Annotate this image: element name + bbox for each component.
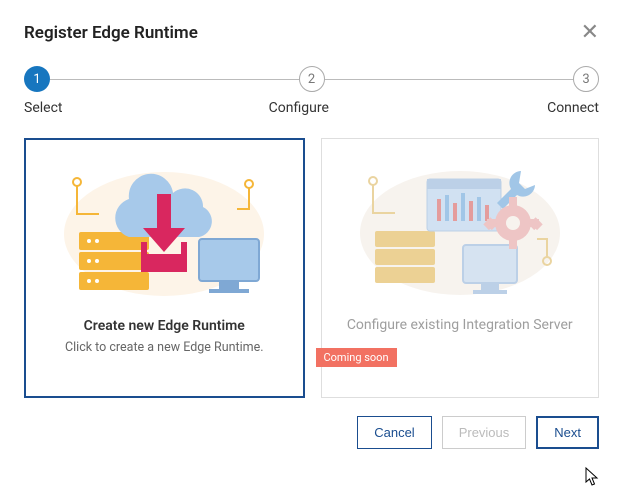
stepper: 1 2 3 <box>24 66 599 92</box>
card-create-runtime[interactable]: Create new Edge Runtime Click to create … <box>24 138 305 398</box>
card-configure-title: Configure existing Integration Server <box>347 317 573 333</box>
create-runtime-illustration <box>49 154 279 304</box>
previous-button: Previous <box>442 416 527 449</box>
cancel-button[interactable]: Cancel <box>357 416 431 449</box>
step-3-circle: 3 <box>573 66 599 92</box>
step-line <box>50 79 299 80</box>
coming-soon-badge: Coming soon <box>316 348 397 367</box>
dialog-title: Register Edge Runtime <box>24 23 198 43</box>
step-1-label: Select <box>24 100 62 116</box>
cursor-icon <box>583 466 601 488</box>
close-icon[interactable]: ✕ <box>581 22 599 44</box>
next-button[interactable]: Next <box>536 416 599 449</box>
configure-server-illustration <box>345 153 575 303</box>
step-1-circle: 1 <box>24 66 50 92</box>
step-3-label: Connect <box>547 100 599 116</box>
step-2-circle: 2 <box>299 66 325 92</box>
step-line <box>325 79 574 80</box>
card-create-subtitle: Click to create a new Edge Runtime. <box>65 340 264 355</box>
step-2-label: Configure <box>269 100 329 116</box>
card-create-title: Create new Edge Runtime <box>84 318 245 334</box>
card-configure-server: Configure existing Integration Server Co… <box>321 138 600 398</box>
